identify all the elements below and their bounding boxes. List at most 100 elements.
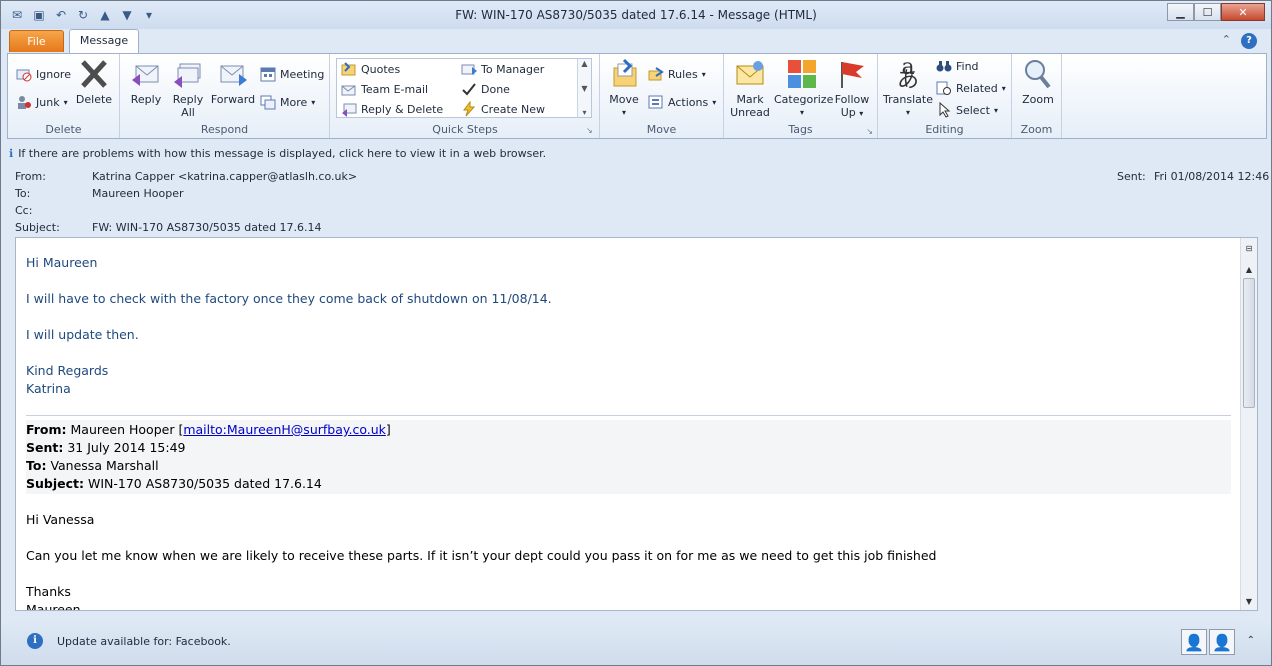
message-header: From: Katrina Capper <katrina.capper@atl…: [1, 170, 1271, 238]
quick-steps-gallery: Quotes To Manager Team E-mail Done Reply…: [336, 58, 592, 118]
scroll-down-button[interactable]: ▼: [1242, 594, 1256, 608]
quick-step-label: To Manager: [481, 62, 545, 76]
from-label: From:: [15, 170, 46, 183]
lightning-icon: [461, 101, 477, 117]
info-icon: ℹ: [9, 147, 14, 160]
meeting-button[interactable]: Meeting: [260, 66, 324, 82]
ignore-button[interactable]: Ignore: [16, 66, 71, 82]
group-label-move: Move: [646, 123, 677, 136]
quick-step-quotes[interactable]: Quotes: [341, 61, 400, 77]
quick-step-label: Team E-mail: [361, 82, 429, 96]
tab-message[interactable]: Message: [69, 29, 139, 53]
forward-button[interactable]: Forward: [210, 58, 256, 106]
follow-up-button[interactable]: Follow Up ▾: [832, 58, 872, 120]
fwd-from-name: Maureen Hooper [: [70, 422, 184, 437]
actions-button[interactable]: Actions ▾: [648, 94, 716, 110]
delete-label: Delete: [75, 93, 113, 106]
dialog-launcher-icon[interactable]: ↘: [586, 126, 593, 135]
html-info-bar[interactable]: ℹ If there are problems with how this me…: [9, 147, 546, 160]
minimize-ribbon-icon[interactable]: ⌃: [1222, 33, 1231, 49]
junk-icon: [16, 94, 32, 110]
outlook-message-window: ✉ ▣ ↶ ↻ ▲ ▼ ▾ FW: WIN-170 AS8730/5035 da…: [0, 0, 1272, 666]
group-label-quick-steps: Quick Steps: [432, 123, 498, 136]
fwd-from-mailto-link[interactable]: mailto:MaureenH@surfbay.co.uk: [183, 422, 386, 437]
minimize-button[interactable]: ▁: [1167, 3, 1194, 21]
message-body[interactable]: Hi Maureen I will have to check with the…: [15, 237, 1258, 611]
follow-up-label-2: Up: [840, 106, 856, 119]
group-delete: Ignore Junk ▾ Delete Delete: [8, 54, 120, 138]
categorize-button[interactable]: Categorize ▾: [774, 58, 833, 119]
subject-value: FW: WIN-170 AS8730/5035 dated 17.6.14: [92, 221, 322, 234]
reply-button[interactable]: Reply: [126, 58, 166, 106]
actions-icon: [648, 94, 664, 110]
reply-all-icon: [172, 58, 204, 90]
folder-arrow-icon: [341, 61, 357, 77]
more-respond-icon: [260, 94, 276, 110]
to-label: To:: [15, 187, 31, 200]
forward-label: Forward: [210, 93, 256, 106]
from-value[interactable]: Katrina Capper <katrina.capper@atlaslh.c…: [92, 170, 357, 183]
mark-unread-button[interactable]: Mark Unread: [728, 58, 772, 119]
find-button[interactable]: Find: [936, 58, 979, 74]
quick-step-done[interactable]: Done: [461, 81, 510, 97]
fwd-signature: Maureen: [26, 602, 81, 611]
select-button[interactable]: Select ▾: [936, 102, 998, 118]
translate-button[interactable]: aあ Translate ▾: [882, 57, 934, 119]
scroll-thumb[interactable]: [1243, 278, 1255, 408]
status-text[interactable]: Update available for: Facebook.: [57, 635, 231, 648]
move-button[interactable]: Move ▾: [606, 58, 642, 119]
magnifier-icon: [1022, 58, 1054, 90]
body-greeting: Hi Maureen: [26, 255, 98, 270]
group-tags: Mark Unread Categorize ▾ Follow Up ▾ Tag…: [724, 54, 878, 138]
rules-button[interactable]: Rules ▾: [648, 66, 706, 82]
zoom-button[interactable]: Zoom: [1018, 58, 1058, 106]
quick-step-label: Reply & Delete: [361, 102, 444, 116]
zoom-label: Zoom: [1022, 93, 1054, 106]
more-respond-button[interactable]: More ▾: [260, 94, 315, 110]
sent-value: Fri 01/08/2014 12:46: [1154, 170, 1270, 183]
fwd-subject-label: Subject:: [26, 476, 84, 491]
related-label: Related: [956, 81, 998, 95]
binoculars-icon: [936, 58, 952, 74]
follow-up-label-1: Follow: [834, 93, 870, 106]
fwd-to-line: To: Vanessa Marshall: [26, 458, 159, 473]
tab-file[interactable]: File: [9, 30, 64, 52]
close-icon: ✕: [1238, 5, 1248, 19]
quick-step-team-email[interactable]: Team E-mail: [341, 81, 428, 97]
scroll-up-button[interactable]: ▲: [1242, 262, 1256, 276]
reply-all-button[interactable]: Reply All: [168, 58, 208, 119]
expand-people-pane-icon[interactable]: ⌃: [1247, 635, 1255, 646]
title-bar: ✉ ▣ ↶ ↻ ▲ ▼ ▾ FW: WIN-170 AS8730/5035 da…: [1, 1, 1271, 29]
fwd-sent-line: Sent: 31 July 2014 15:49: [26, 440, 185, 455]
window-title: FW: WIN-170 AS8730/5035 dated 17.6.14 - …: [455, 8, 817, 22]
red-flag-icon: [836, 58, 868, 90]
ribbon-tabs: File Message ⌃ ?: [1, 29, 1271, 53]
forward-envelope-icon: [461, 61, 477, 77]
person-avatar-icon[interactable]: 👤: [1209, 629, 1235, 655]
vertical-scrollbar[interactable]: ⊟ ▲ ▼: [1240, 238, 1257, 610]
person-avatar-icon[interactable]: 👤: [1181, 629, 1207, 655]
delete-button[interactable]: Delete: [74, 58, 114, 106]
calendar-icon: [260, 66, 276, 82]
ignore-label: Ignore: [36, 67, 71, 81]
body-signature: Katrina: [26, 381, 71, 396]
quick-step-to-manager[interactable]: To Manager: [461, 61, 544, 77]
tags-dialog-launcher-icon[interactable]: ↘: [866, 127, 873, 136]
to-value[interactable]: Maureen Hooper: [92, 187, 184, 200]
maximize-button[interactable]: ☐: [1194, 3, 1221, 21]
ignore-icon: [16, 66, 32, 82]
help-icon[interactable]: ?: [1241, 33, 1257, 49]
scroll-options-icon[interactable]: ⊟: [1242, 241, 1256, 255]
close-button[interactable]: ✕: [1221, 3, 1265, 21]
junk-label: Junk: [36, 95, 60, 109]
junk-button[interactable]: Junk ▾: [16, 94, 68, 110]
quick-step-create-new[interactable]: Create New: [461, 101, 545, 117]
quick-steps-scroller[interactable]: ▲ ▼ ▾: [577, 59, 591, 117]
fwd-subject-value: WIN-170 AS8730/5035 dated 17.6.14: [87, 476, 322, 491]
fwd-sent-value: 31 July 2014 15:49: [67, 440, 186, 455]
quick-step-reply-delete[interactable]: Reply & Delete: [341, 101, 443, 117]
checkmark-icon: [461, 81, 477, 97]
related-button[interactable]: Related ▾: [936, 80, 1006, 96]
move-label: Move: [609, 93, 639, 106]
fwd-from-line: From: Maureen Hooper [mailto:MaureenH@su…: [26, 422, 391, 437]
